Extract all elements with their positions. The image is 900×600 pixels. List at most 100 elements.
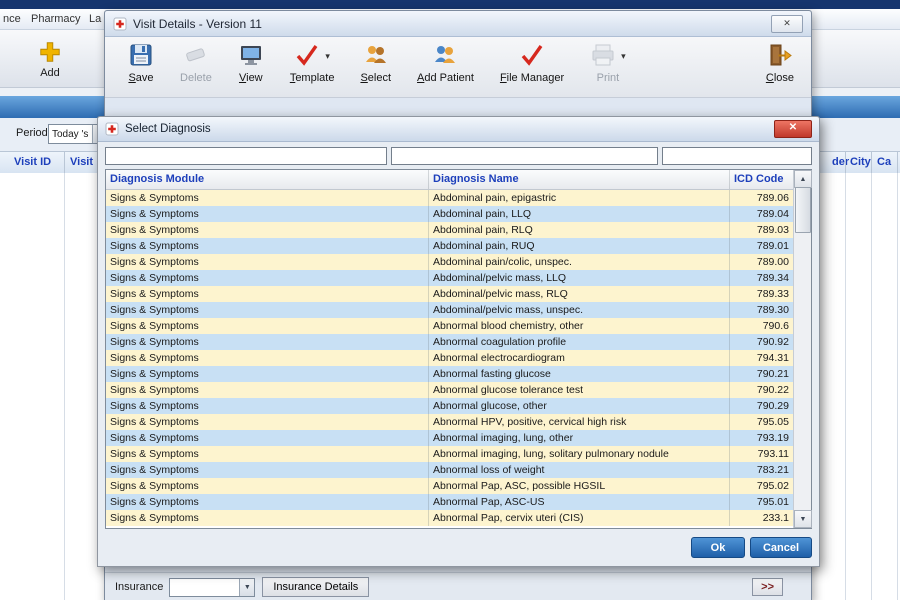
diagnosis-name-cell: Abdominal pain, LLQ	[429, 206, 730, 222]
close-icon[interactable]: ✕	[774, 120, 812, 138]
toolbar-file-manager-button[interactable]: File Manager	[493, 40, 571, 85]
diagnosis-name-cell: Abnormal Pap, ASC-US	[429, 494, 730, 510]
window-title: Visit Details - Version 11	[133, 17, 262, 31]
toolbar-close-label: Close	[766, 72, 794, 84]
toolbar-select-button[interactable]: Select	[353, 40, 398, 85]
diagnosis-module-cell: Signs & Symptoms	[106, 462, 429, 478]
column-header-der[interactable]: der	[832, 152, 849, 173]
toolbar-template-button[interactable]: ▾ Template	[283, 40, 342, 85]
diagnosis-module-filter-input[interactable]	[105, 147, 387, 165]
chevron-down-icon[interactable]: ▾	[621, 51, 626, 62]
diagnosis-name-cell: Abnormal glucose tolerance test	[429, 382, 730, 398]
icd-code-cell: 790.29	[730, 398, 794, 414]
toolbar-select-label: Select	[360, 72, 391, 84]
diagnosis-row[interactable]: Signs & SymptomsAbnormal HPV, positive, …	[106, 414, 794, 430]
add-button[interactable]: Add	[26, 34, 74, 84]
expand-button[interactable]: >>	[752, 578, 783, 596]
diagnosis-row[interactable]: Signs & SymptomsAbdominal/pelvic mass, R…	[106, 286, 794, 302]
dialog-body: Diagnosis Module Diagnosis Name ICD Code…	[98, 142, 819, 558]
toolbar-delete-button: Delete	[173, 40, 219, 85]
diagnosis-module-cell: Signs & Symptoms	[106, 478, 429, 494]
chevron-down-icon[interactable]: ▼	[239, 579, 254, 596]
icd-code-cell: 793.11	[730, 446, 794, 462]
menu-item-la[interactable]: La	[89, 9, 101, 29]
icd-code-cell: 795.05	[730, 414, 794, 430]
toolbar-close-button[interactable]: Close	[759, 40, 801, 85]
toolbar-save-button[interactable]: Save	[121, 40, 161, 85]
diagnosis-row[interactable]: Signs & SymptomsAbnormal blood chemistry…	[106, 318, 794, 334]
diagnosis-name-cell: Abdominal/pelvic mass, unspec.	[429, 302, 730, 318]
diagnosis-module-cell: Signs & Symptoms	[106, 270, 429, 286]
period-label: Period	[16, 127, 48, 139]
icd-code-filter-input[interactable]	[662, 147, 812, 165]
window-control-button[interactable]: ✕	[771, 15, 803, 33]
vertical-scrollbar[interactable]: ▲ ▼	[793, 170, 811, 528]
diagnosis-row[interactable]: Signs & SymptomsAbnormal imaging, lung, …	[106, 430, 794, 446]
diagnosis-row[interactable]: Signs & SymptomsAbnormal fasting glucose…	[106, 366, 794, 382]
column-header-city[interactable]: City	[850, 152, 871, 173]
diagnosis-row[interactable]: Signs & SymptomsAbdominal pain, LLQ789.0…	[106, 206, 794, 222]
diagnosis-name-cell: Abnormal imaging, lung, other	[429, 430, 730, 446]
diagnosis-module-cell: Signs & Symptoms	[106, 414, 429, 430]
visit-details-toolbar: Save Delete View ▾	[105, 37, 811, 98]
ok-button[interactable]: Ok	[691, 537, 745, 558]
menu-item-pharmacy[interactable]: Pharmacy	[31, 9, 81, 29]
diagnosis-row[interactable]: Signs & SymptomsAbnormal loss of weight7…	[106, 462, 794, 478]
diagnosis-row[interactable]: Signs & SymptomsAbnormal Pap, ASC-US795.…	[106, 494, 794, 510]
column-header-visit[interactable]: Visit	[70, 152, 93, 173]
column-header-ca[interactable]: Ca	[877, 152, 891, 173]
diagnosis-row[interactable]: Signs & SymptomsAbdominal/pelvic mass, u…	[106, 302, 794, 318]
diagnosis-row[interactable]: Signs & SymptomsAbdominal pain, epigastr…	[106, 190, 794, 206]
diagnosis-row[interactable]: Signs & SymptomsAbnormal Pap, cervix ute…	[106, 510, 794, 526]
eraser-icon	[183, 42, 209, 71]
menu-item-nce[interactable]: nce	[3, 9, 21, 29]
diagnosis-name-cell: Abdominal/pelvic mass, LLQ	[429, 270, 730, 286]
scroll-up-icon[interactable]: ▲	[794, 170, 812, 188]
red-checkmark-icon	[519, 42, 545, 71]
chevron-down-icon[interactable]: ▾	[325, 51, 330, 62]
diagnosis-row[interactable]: Signs & SymptomsAbnormal glucose toleran…	[106, 382, 794, 398]
dialog-title: Select Diagnosis	[125, 123, 211, 135]
diagnosis-row[interactable]: Signs & SymptomsAbdominal pain/colic, un…	[106, 254, 794, 270]
icd-code-cell: 789.06	[730, 190, 794, 206]
visit-details-titlebar[interactable]: Visit Details - Version 11 ✕	[105, 11, 811, 37]
diagnosis-row[interactable]: Signs & SymptomsAbdominal pain, RUQ789.0…	[106, 238, 794, 254]
diagnosis-module-cell: Signs & Symptoms	[106, 446, 429, 462]
column-header-visit-id[interactable]: Visit ID	[14, 152, 51, 173]
diagnosis-module-cell: Signs & Symptoms	[106, 254, 429, 270]
icd-code-cell: 789.01	[730, 238, 794, 254]
diagnosis-row[interactable]: Signs & SymptomsAbdominal/pelvic mass, L…	[106, 270, 794, 286]
icd-code-cell: 794.31	[730, 350, 794, 366]
diagnosis-name-cell: Abdominal/pelvic mass, RLQ	[429, 286, 730, 302]
toolbar-view-label: View	[239, 72, 263, 84]
app-icon	[113, 17, 127, 31]
toolbar-print-label: Print	[597, 72, 620, 84]
toolbar-add-patient-button[interactable]: Add Patient	[410, 40, 481, 85]
insurance-details-button[interactable]: Insurance Details	[262, 577, 369, 597]
diagnosis-name-filter-input[interactable]	[391, 147, 658, 165]
diagnosis-row[interactable]: Signs & SymptomsAbnormal electrocardiogr…	[106, 350, 794, 366]
dialog-buttons: Ok Cancel	[105, 537, 812, 558]
diagnosis-module-cell: Signs & Symptoms	[106, 206, 429, 222]
diagnosis-name-cell: Abnormal HPV, positive, cervical high ri…	[429, 414, 730, 430]
toolbar-view-button[interactable]: View	[231, 40, 271, 85]
add-patient-icon	[432, 42, 458, 71]
diagnosis-row[interactable]: Signs & SymptomsAbnormal coagulation pro…	[106, 334, 794, 350]
diagnosis-row[interactable]: Signs & SymptomsAbnormal glucose, other7…	[106, 398, 794, 414]
exit-door-icon	[767, 42, 793, 71]
diagnosis-row[interactable]: Signs & SymptomsAbnormal imaging, lung, …	[106, 446, 794, 462]
select-diagnosis-dialog: Select Diagnosis ✕ Diagnosis Module Diag…	[97, 116, 820, 567]
diagnosis-row[interactable]: Signs & SymptomsAbnormal Pap, ASC, possi…	[106, 478, 794, 494]
scroll-down-icon[interactable]: ▼	[794, 510, 812, 528]
diagnosis-row[interactable]: Signs & SymptomsAbdominal pain, RLQ789.0…	[106, 222, 794, 238]
icd-code-cell: 789.03	[730, 222, 794, 238]
column-header-diagnosis-module[interactable]: Diagnosis Module	[106, 170, 429, 189]
select-diagnosis-titlebar[interactable]: Select Diagnosis ✕	[98, 117, 819, 142]
column-header-icd-code[interactable]: ICD Code	[730, 170, 794, 189]
diagnosis-module-cell: Signs & Symptoms	[106, 302, 429, 318]
cancel-button[interactable]: Cancel	[750, 537, 812, 558]
scrollbar-thumb[interactable]	[795, 187, 811, 233]
add-plus-icon	[38, 40, 62, 67]
column-header-diagnosis-name[interactable]: Diagnosis Name	[429, 170, 730, 189]
insurance-combo[interactable]: ▼	[169, 578, 255, 597]
